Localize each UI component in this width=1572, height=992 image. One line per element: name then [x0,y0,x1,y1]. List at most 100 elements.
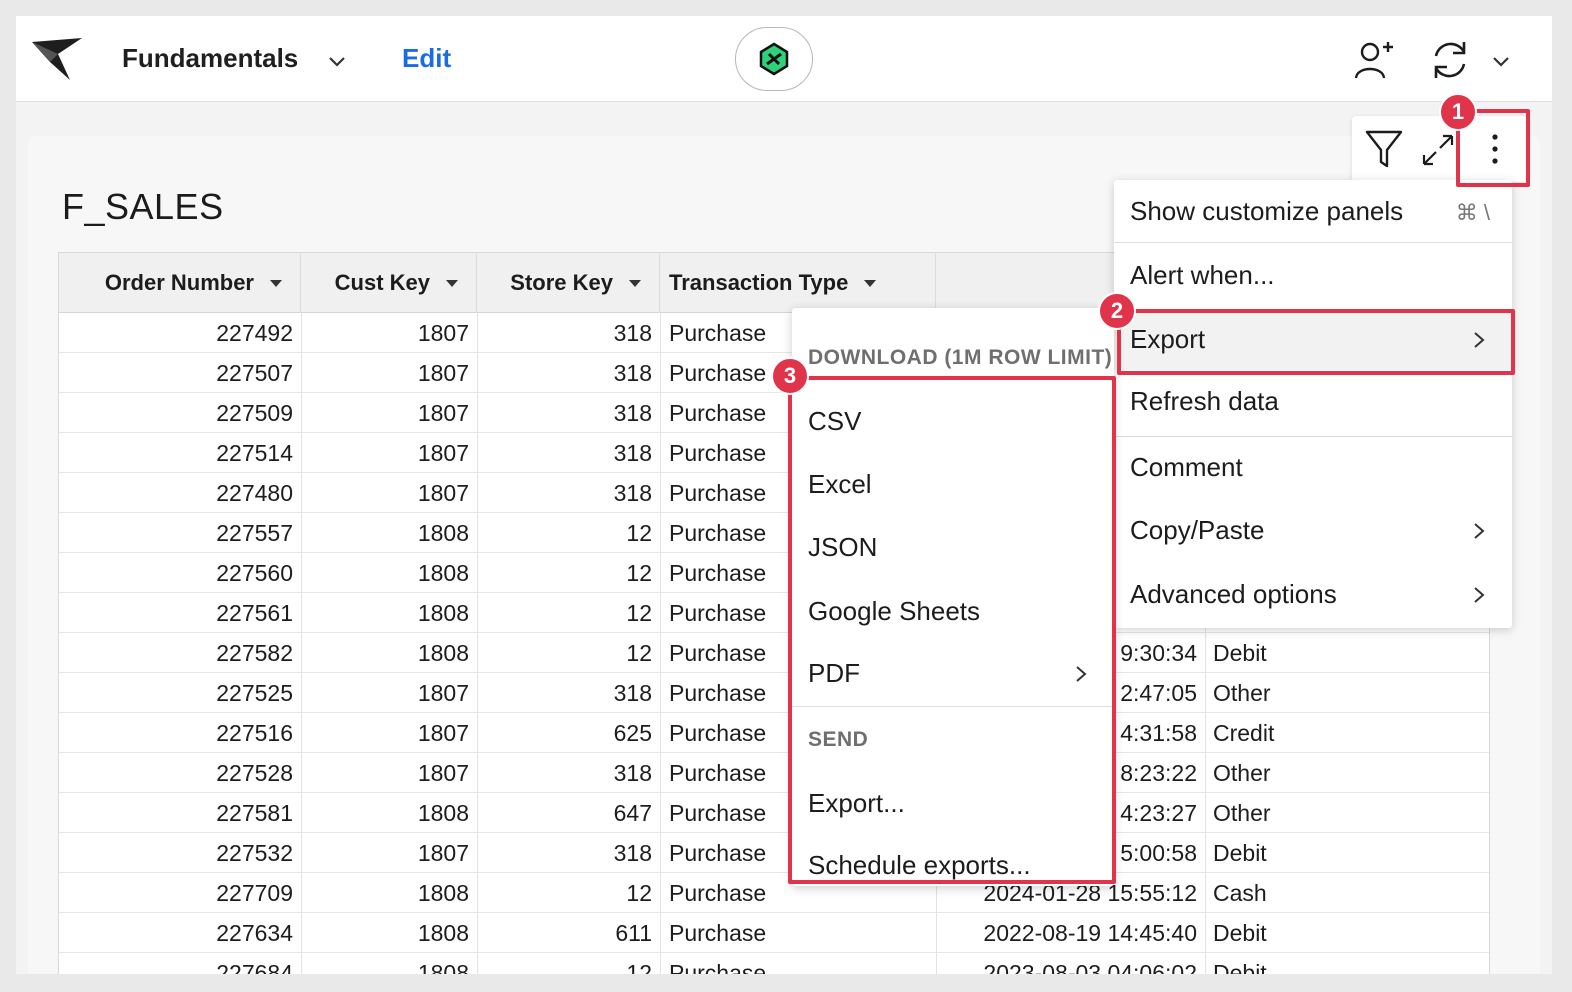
table-cell-store[interactable]: 625 [477,713,660,753]
table-cell-cust[interactable]: 1807 [301,673,477,713]
table-cell-order[interactable]: 227634 [59,913,301,953]
column-header-transaction-type[interactable]: Transaction Type [660,253,936,313]
table-cell-cust[interactable]: 1808 [301,513,477,553]
table-cell-store[interactable]: 12 [477,953,660,974]
table-row[interactable]: 227709 1808 12 Purchase 2024-01-28 15:55:12 C… [59,873,1489,913]
top-bar: Fundamentals Edit [16,16,1552,102]
table-row[interactable]: 227634 1808 611 Purchase 2022-08-19 14:45:40… [59,913,1489,953]
column-header-cust-key[interactable]: Cust Key [301,253,477,313]
sort-caret-icon[interactable] [629,279,641,287]
table-cell-cust[interactable]: 1808 [301,793,477,833]
expand-icon[interactable] [1418,130,1458,170]
table-cell-order[interactable]: 227480 [59,473,301,513]
table-cell-store[interactable]: 318 [477,833,660,873]
table-cell-store[interactable]: 12 [477,593,660,633]
table-cell-cust[interactable]: 1808 [301,593,477,633]
table-cell-store[interactable]: 318 [477,673,660,713]
table-cell-order[interactable]: 227560 [59,553,301,593]
table-cell-order[interactable]: 227507 [59,353,301,393]
table-cell-order[interactable]: 227581 [59,793,301,833]
table-cell-pay[interactable]: Other [1205,673,1489,713]
table-cell-order[interactable]: 227516 [59,713,301,753]
table-cell-cust[interactable]: 1808 [301,873,477,913]
table-cell-pay[interactable]: Debit [1205,913,1489,953]
table-cell-order[interactable]: 227684 [59,953,301,974]
sort-caret-icon[interactable] [864,279,877,287]
table-cell-date[interactable]: 2022-08-19 14:45:40 [936,913,1205,953]
table-cell-store[interactable]: 318 [477,753,660,793]
sort-caret-icon[interactable] [270,279,282,287]
menu-item-copy-paste[interactable]: Copy/Paste [1114,501,1512,561]
step-badge-1: 1 [1439,93,1477,131]
table-cell-pay[interactable]: Cash [1205,873,1489,913]
table-cell-pay[interactable]: Other [1205,793,1489,833]
table-row[interactable]: 227532 1807 318 Purchase 5:00:58 Debit [59,833,1489,873]
column-header-order-number[interactable]: Order Number [59,253,301,313]
table-cell-cust[interactable]: 1807 [301,393,477,433]
table-cell-cust[interactable]: 1808 [301,633,477,673]
table-cell-cust[interactable]: 1807 [301,753,477,793]
table-cell-store[interactable]: 12 [477,553,660,593]
table-cell-store[interactable]: 318 [477,353,660,393]
table-cell-cust[interactable]: 1807 [301,433,477,473]
menu-item-alert-when[interactable]: Alert when... [1114,246,1512,306]
table-cell-pay[interactable]: Credit [1205,713,1489,753]
table-cell-cust[interactable]: 1807 [301,833,477,873]
add-user-icon[interactable] [1352,38,1396,82]
table-cell-store[interactable]: 318 [477,393,660,433]
sigma-logo-icon[interactable] [30,36,84,82]
table-cell-cust[interactable]: 1808 [301,553,477,593]
filter-icon[interactable] [1364,128,1404,170]
table-cell-type[interactable]: Purchase [660,913,936,953]
table-row[interactable]: 227516 1807 625 Purchase 4:31:58 Credit [59,713,1489,753]
table-cell-store[interactable]: 12 [477,513,660,553]
menu-item-advanced-options[interactable]: Advanced options [1114,565,1512,625]
menu-item-show-customize-panels[interactable]: Show customize panels ⌘ \ [1114,182,1512,242]
app-frame: Fundamentals Edit F_SALES Order Number C… [16,16,1552,974]
table-cell-cust[interactable]: 1807 [301,353,477,393]
table-cell-cust[interactable]: 1807 [301,313,477,353]
table-row[interactable]: 227684 1808 12 Purchase 2023-08-03 04:06:02 D… [59,953,1489,974]
table-cell-order[interactable]: 227561 [59,593,301,633]
table-cell-cust[interactable]: 1808 [301,913,477,953]
table-cell-store[interactable]: 318 [477,433,660,473]
table-cell-store[interactable]: 611 [477,913,660,953]
table-cell-order[interactable]: 227514 [59,433,301,473]
table-cell-store[interactable]: 12 [477,633,660,673]
menu-item-comment[interactable]: Comment [1114,438,1512,498]
table-cell-pay[interactable]: Debit [1205,633,1489,673]
edit-button[interactable]: Edit [402,43,451,74]
sort-caret-icon[interactable] [446,279,458,287]
table-cell-order[interactable]: 227709 [59,873,301,913]
column-header-store-key[interactable]: Store Key [477,253,660,313]
chevron-down-icon[interactable] [326,50,348,72]
menu-item-refresh-data[interactable]: Refresh data [1114,372,1512,432]
table-cell-cust[interactable]: 1808 [301,953,477,974]
table-row[interactable]: 227581 1808 647 Purchase 4:23:27 Other [59,793,1489,833]
table-cell-cust[interactable]: 1807 [301,473,477,513]
chevron-down-icon[interactable] [1490,50,1512,72]
table-cell-order[interactable]: 227509 [59,393,301,433]
table-cell-order[interactable]: 227525 [59,673,301,713]
table-cell-pay[interactable]: Debit [1205,953,1489,974]
table-row[interactable]: 227525 1807 318 Purchase 2:47:05 Other [59,673,1489,713]
table-cell-order[interactable]: 227582 [59,633,301,673]
refresh-icon[interactable] [1428,38,1472,82]
table-cell-store[interactable]: 12 [477,873,660,913]
table-row[interactable]: 227528 1807 318 Purchase 8:23:22 Other [59,753,1489,793]
assistant-button[interactable] [735,27,813,91]
table-cell-pay[interactable]: Other [1205,753,1489,793]
table-cell-store[interactable]: 647 [477,793,660,833]
table-cell-date[interactable]: 2023-08-03 04:06:02 [936,953,1205,974]
table-cell-store[interactable]: 318 [477,313,660,353]
table-cell-pay[interactable]: Debit [1205,833,1489,873]
table-cell-order[interactable]: 227557 [59,513,301,553]
table-cell-store[interactable]: 318 [477,473,660,513]
table-cell-order[interactable]: 227532 [59,833,301,873]
table-cell-cust[interactable]: 1807 [301,713,477,753]
table-row[interactable]: 227582 1808 12 Purchase 9:30:34 Debit [59,633,1489,673]
workbook-title[interactable]: Fundamentals [122,43,298,74]
table-cell-order[interactable]: 227492 [59,313,301,353]
table-cell-type[interactable]: Purchase [660,953,936,974]
table-cell-order[interactable]: 227528 [59,753,301,793]
